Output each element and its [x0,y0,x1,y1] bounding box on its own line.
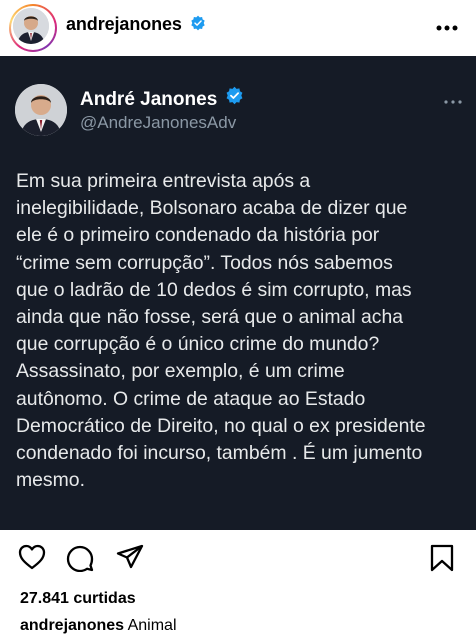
post-caption: andrejanones Animal [20,617,177,635]
tweet-verified-icon [223,86,244,111]
tweet-more-icon [444,88,462,109]
likes-count[interactable]: 27.841 curtidas [20,590,136,608]
post-header: andrejanones [0,0,476,56]
post-username[interactable]: andrejanones [66,14,206,36]
tweet-avatar [15,84,67,136]
avatar-photo [13,8,49,44]
heart-icon[interactable] [18,544,46,575]
more-options-icon[interactable] [436,13,458,35]
caption-text: Animal [127,617,177,634]
tweet-author-name: André Janones [80,86,244,111]
caption-username[interactable]: andrejanones [20,617,124,634]
verified-badge-icon [187,15,206,36]
username-text[interactable]: andrejanones [66,14,182,34]
profile-avatar[interactable] [9,4,57,52]
tweet-handle: @AndreJanonesAdv [80,113,237,132]
tweet-text: Em sua primeira entrevista após a ineleg… [16,170,426,492]
tweet-name-text: André Janones [80,89,218,111]
post-image-tweet[interactable]: André Janones @AndreJanonesAdv Em sua pr… [0,56,476,530]
bookmark-icon[interactable] [430,544,454,577]
post-actions [0,530,476,586]
comment-icon[interactable] [66,544,94,577]
send-icon[interactable] [116,544,144,575]
